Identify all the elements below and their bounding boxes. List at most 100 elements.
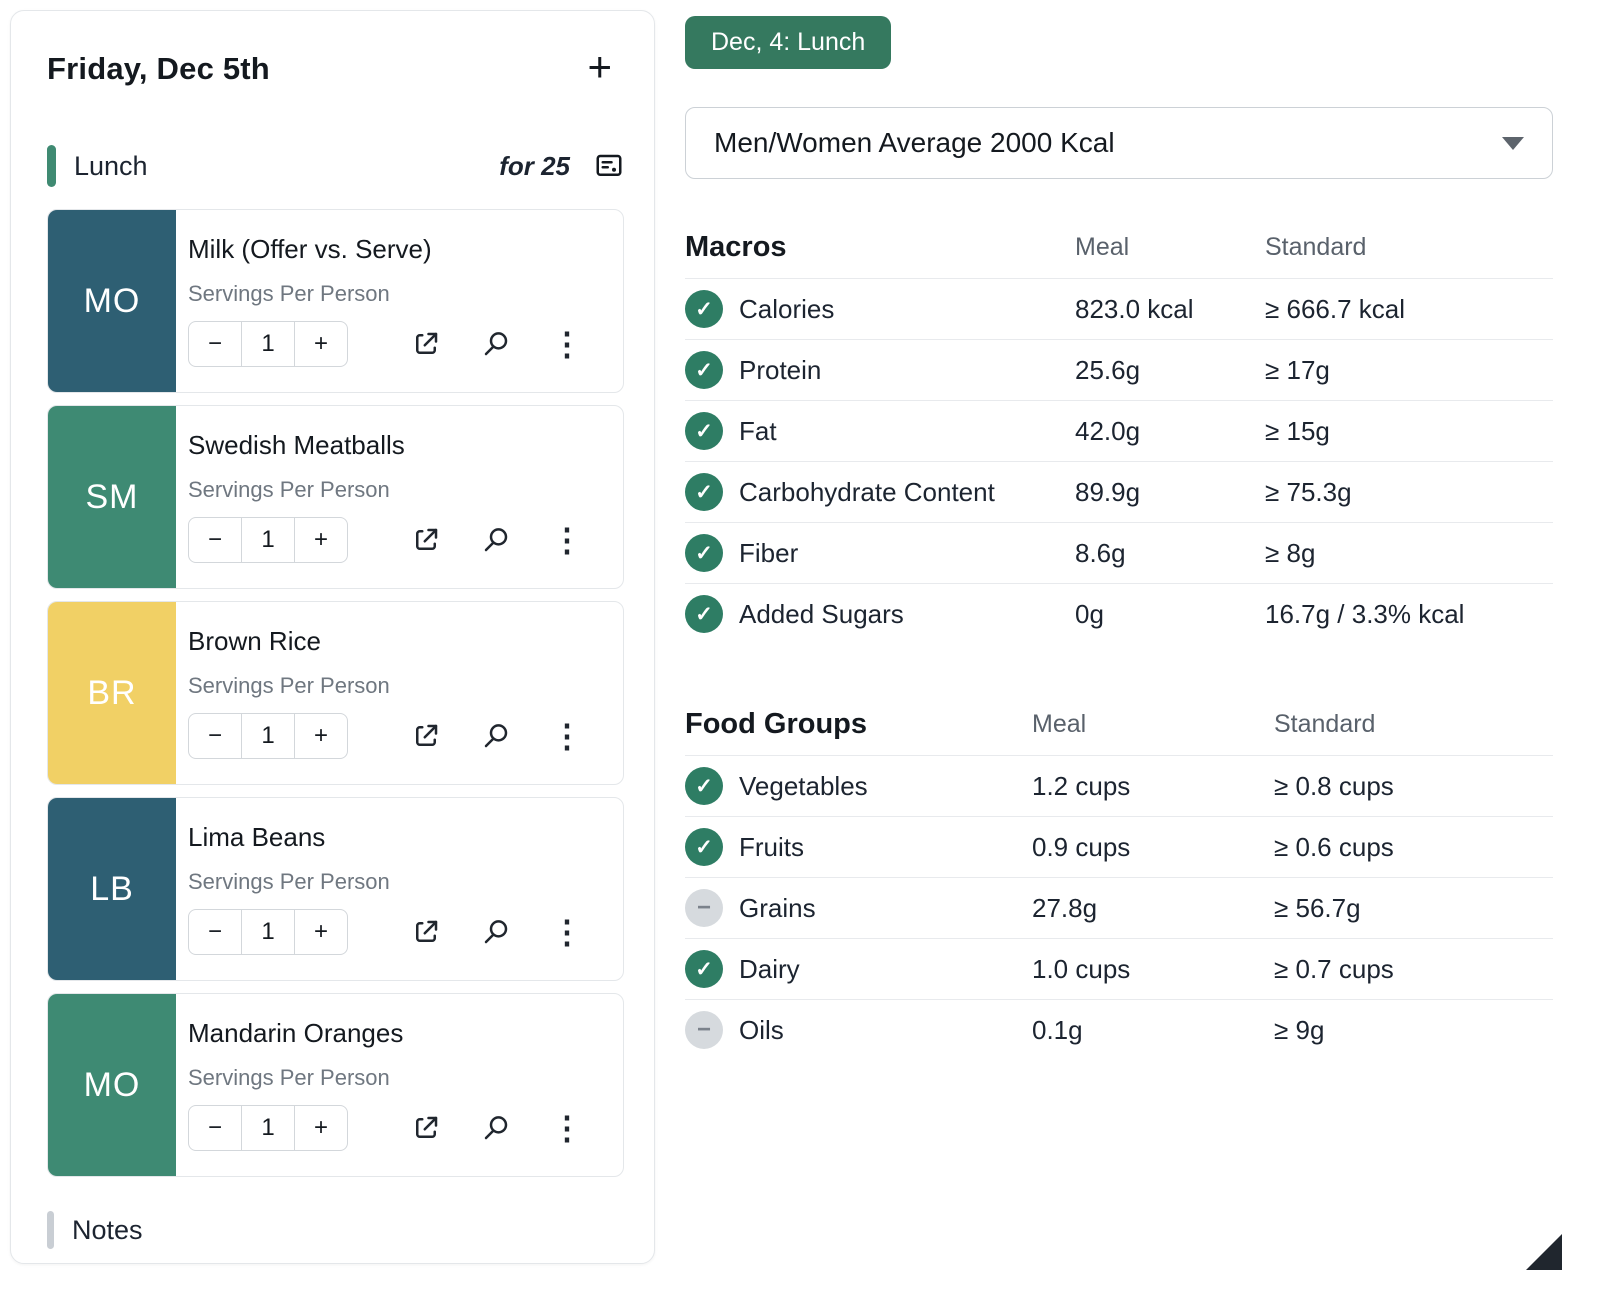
meal-title: Lima Beans (188, 822, 605, 853)
meal-column-header: Meal (1075, 233, 1265, 262)
increment-button[interactable]: + (294, 909, 348, 955)
table-row: Vegetables 1.2 cups ≥ 0.8 cups (685, 756, 1553, 817)
kebab-menu-icon[interactable]: ⋮ (551, 1112, 583, 1144)
increment-button[interactable]: + (294, 321, 348, 367)
check-icon (685, 412, 723, 450)
check-icon (685, 828, 723, 866)
food-groups-header: Food Groups Meal Standard (685, 708, 1553, 756)
row-label: Fruits (739, 832, 804, 863)
quantity-stepper: − 1 + (188, 321, 348, 367)
minus-icon (685, 1011, 723, 1049)
standard-value: ≥ 56.7g (1274, 893, 1553, 924)
table-row: Dairy 1.0 cups ≥ 0.7 cups (685, 939, 1553, 1000)
standard-value: 16.7g / 3.3% kcal (1265, 599, 1553, 630)
meal-value: 89.9g (1075, 477, 1265, 508)
check-icon (685, 767, 723, 805)
search-icon[interactable] (481, 917, 511, 947)
meal-value: 42.0g (1075, 416, 1265, 447)
meal-title: Milk (Offer vs. Serve) (188, 234, 605, 265)
standard-value: ≥ 9g (1274, 1015, 1553, 1046)
kebab-menu-icon[interactable]: ⋮ (551, 524, 583, 556)
search-icon[interactable] (481, 329, 511, 359)
standard-value: ≥ 75.3g (1265, 477, 1553, 508)
servings-per-person-label: Servings Per Person (188, 281, 605, 307)
standard-value: ≥ 15g (1265, 416, 1553, 447)
meal-avatar: MO (48, 994, 176, 1176)
lunch-section-header: Lunch for 25 (47, 145, 624, 187)
quantity-value: 1 (241, 321, 295, 367)
decrement-button[interactable]: − (188, 1105, 242, 1151)
nutrition-panel: Dec, 4: Lunch Men/Women Average 2000 Kca… (685, 16, 1553, 1060)
open-external-icon[interactable] (411, 329, 441, 359)
quantity-value: 1 (241, 713, 295, 759)
day-card: Friday, Dec 5th + Lunch for 25 MO Milk (… (10, 10, 655, 1264)
increment-button[interactable]: + (294, 713, 348, 759)
notes-section-header[interactable]: Notes (47, 1211, 624, 1249)
day-header: Friday, Dec 5th + (47, 51, 624, 87)
resize-corner-handle[interactable] (1526, 1234, 1562, 1270)
servings-per-person-label: Servings Per Person (188, 673, 605, 699)
macros-title: Macros (685, 231, 1075, 264)
kebab-menu-icon[interactable]: ⋮ (551, 916, 583, 948)
meal-avatar: MO (48, 210, 176, 392)
quantity-stepper: − 1 + (188, 713, 348, 759)
table-row: Added Sugars 0g 16.7g / 3.3% kcal (685, 584, 1553, 644)
meal-value: 0g (1075, 599, 1265, 630)
standard-column-header: Standard (1274, 710, 1553, 739)
search-icon[interactable] (481, 1113, 511, 1143)
decrement-button[interactable]: − (188, 517, 242, 563)
servings-per-person-label: Servings Per Person (188, 477, 605, 503)
meal-card: MO Mandarin Oranges Servings Per Person … (47, 993, 624, 1177)
standard-value: ≥ 0.8 cups (1274, 771, 1553, 802)
check-icon (685, 473, 723, 511)
decrement-button[interactable]: − (188, 321, 242, 367)
open-external-icon[interactable] (411, 721, 441, 751)
row-label: Grains (739, 893, 816, 924)
increment-button[interactable]: + (294, 517, 348, 563)
meal-badge: Dec, 4: Lunch (685, 16, 891, 69)
meal-card: BR Brown Rice Servings Per Person − 1 + (47, 601, 624, 785)
search-icon[interactable] (481, 721, 511, 751)
meal-card: LB Lima Beans Servings Per Person − 1 + (47, 797, 624, 981)
servings-per-person-label: Servings Per Person (188, 1065, 605, 1091)
notes-accent-bar (47, 1211, 54, 1249)
macros-header: Macros Meal Standard (685, 231, 1553, 279)
table-row: Protein 25.6g ≥ 17g (685, 340, 1553, 401)
food-groups-title: Food Groups (685, 708, 1032, 741)
increment-button[interactable]: + (294, 1105, 348, 1151)
meal-column-header: Meal (1032, 710, 1274, 739)
table-row: Grains 27.8g ≥ 56.7g (685, 878, 1553, 939)
quantity-stepper: − 1 + (188, 1105, 348, 1151)
meal-avatar: LB (48, 798, 176, 980)
meal-value: 1.2 cups (1032, 771, 1274, 802)
row-label: Fat (739, 416, 777, 447)
add-meal-button[interactable]: + (575, 51, 624, 83)
meal-value: 27.8g (1032, 893, 1274, 924)
row-label: Fiber (739, 538, 798, 569)
menu-template-icon[interactable] (594, 151, 624, 181)
open-external-icon[interactable] (411, 917, 441, 947)
meal-title: Brown Rice (188, 626, 605, 657)
meal-card: SM Swedish Meatballs Servings Per Person… (47, 405, 624, 589)
check-icon (685, 950, 723, 988)
standard-value: ≥ 666.7 kcal (1265, 294, 1553, 325)
standard-select-value: Men/Women Average 2000 Kcal (714, 127, 1115, 159)
check-icon (685, 351, 723, 389)
meal-avatar: SM (48, 406, 176, 588)
standard-select[interactable]: Men/Women Average 2000 Kcal (685, 107, 1553, 179)
decrement-button[interactable]: − (188, 909, 242, 955)
decrement-button[interactable]: − (188, 713, 242, 759)
meal-card: MO Milk (Offer vs. Serve) Servings Per P… (47, 209, 624, 393)
standard-value: ≥ 0.7 cups (1274, 954, 1553, 985)
row-label: Vegetables (739, 771, 868, 802)
row-label: Carbohydrate Content (739, 477, 995, 508)
meal-value: 0.1g (1032, 1015, 1274, 1046)
kebab-menu-icon[interactable]: ⋮ (551, 328, 583, 360)
kebab-menu-icon[interactable]: ⋮ (551, 720, 583, 752)
servings-count-label: for 25 (499, 151, 570, 182)
table-row: Fruits 0.9 cups ≥ 0.6 cups (685, 817, 1553, 878)
open-external-icon[interactable] (411, 525, 441, 555)
open-external-icon[interactable] (411, 1113, 441, 1143)
quantity-stepper: − 1 + (188, 517, 348, 563)
search-icon[interactable] (481, 525, 511, 555)
